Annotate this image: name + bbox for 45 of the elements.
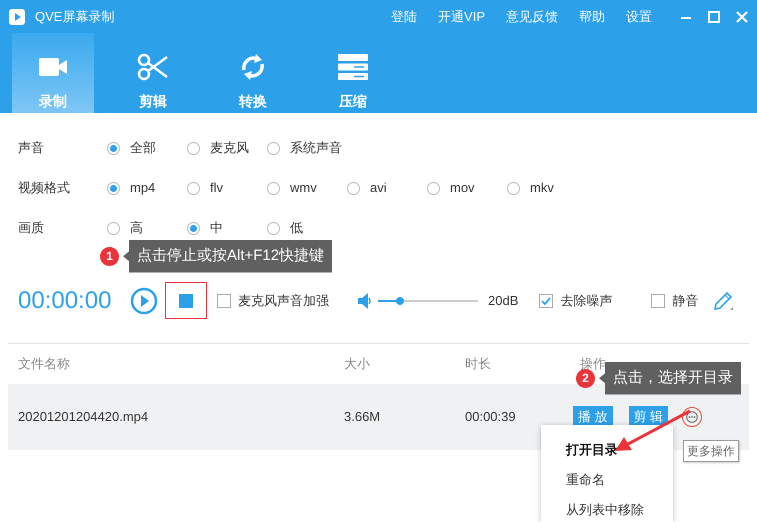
table-cell-text: 20201201204420.mp4 [17, 408, 150, 426]
setting-label: 声音 [18, 139, 45, 158]
more-button[interactable] [682, 407, 702, 427]
menu-item[interactable]: 重命名 [541, 465, 673, 495]
menu-item[interactable]: 从列表中移除 [541, 495, 673, 522]
checkmark-icon [540, 295, 552, 307]
scissors-icon [136, 52, 170, 82]
column-header: 大小 [344, 355, 371, 374]
maximize-icon[interactable] [707, 10, 721, 24]
timer-text: 00:00:00 [18, 286, 112, 316]
menu-item[interactable]: 打开目录 [541, 435, 673, 465]
step-badge: 2 [576, 368, 595, 388]
radio-option[interactable]: 中 [187, 218, 267, 238]
play-icon[interactable] [130, 287, 158, 315]
setting-label: 视频格式 [18, 179, 71, 198]
table-cell-text: 00:00:39 [465, 408, 517, 426]
checkbox[interactable]: 静音 [651, 291, 698, 311]
tooltip: 更多操作 [683, 440, 739, 462]
radio-option[interactable]: 全部 [107, 138, 187, 158]
checkbox[interactable]: 去除噪声 [539, 291, 612, 311]
close-icon[interactable] [735, 10, 749, 24]
step-badge: 1 [100, 246, 119, 266]
checkbox[interactable]: 麦克风声音加强 [217, 291, 329, 311]
radio-option[interactable]: 高 [107, 218, 187, 238]
table-cell-text: 3.66M [344, 408, 382, 426]
app-logo-icon [8, 8, 26, 26]
radio-option[interactable]: avi [347, 178, 427, 198]
column-header: 文件名称 [17, 355, 71, 374]
radio-option[interactable]: mp4 [107, 178, 187, 198]
radio-option[interactable]: flv [187, 178, 267, 198]
radio-option[interactable]: mkv [507, 178, 587, 198]
setting-label: 画质 [18, 219, 45, 238]
speaker-icon[interactable] [357, 292, 371, 310]
window-title: QVE屏幕录制 [35, 8, 114, 26]
server-stack-icon [336, 52, 370, 82]
radio-option[interactable]: wmv [267, 178, 347, 198]
radio-option[interactable]: mov [427, 178, 507, 198]
hint-tooltip: 点击停止或按Alt+F12快捷键 [123, 240, 332, 272]
radio-option[interactable]: 麦克风 [187, 138, 267, 158]
pencil-icon[interactable] [712, 290, 734, 312]
volume-reading: 20dB [488, 292, 518, 310]
radio-option[interactable]: 低 [267, 218, 347, 238]
column-header: 时长 [465, 355, 492, 374]
highlight-frame [165, 282, 207, 319]
radio-option[interactable]: 系统声音 [267, 138, 347, 158]
